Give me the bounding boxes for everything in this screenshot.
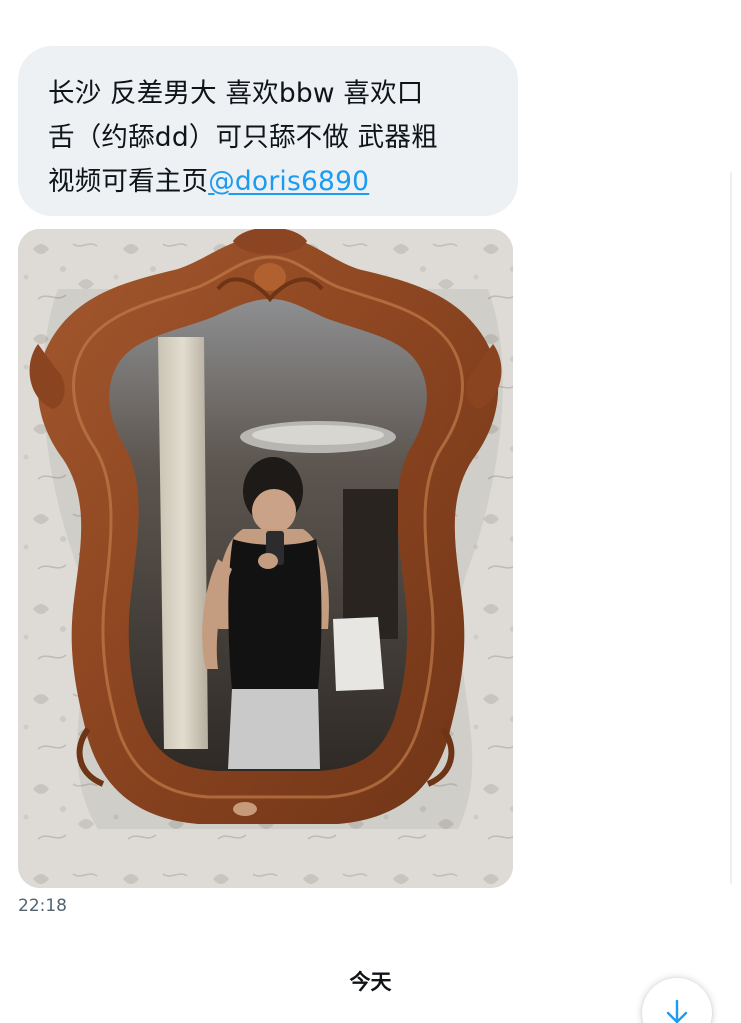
message-timestamp: 22:18 xyxy=(18,896,67,916)
message-image[interactable] xyxy=(18,229,513,888)
scroll-track[interactable] xyxy=(730,172,732,884)
mention-link[interactable]: @doris6890 xyxy=(208,166,369,197)
message-bubble[interactable]: 长沙 反差男大 喜欢bbw 喜欢口 舌（约舔dd）可只舔不做 武器粗 视频可看主… xyxy=(18,46,518,216)
arrow-down-icon xyxy=(666,999,688,1023)
message-text-line: 视频可看主页@doris6890 xyxy=(48,160,498,204)
dm-conversation-screen: 长沙 反差男大 喜欢bbw 喜欢口 舌（约舔dd）可只舔不做 武器粗 视频可看主… xyxy=(0,0,741,1023)
mirror-selfie-photo xyxy=(18,229,513,888)
message-text-line: 长沙 反差男大 喜欢bbw 喜欢口 xyxy=(48,78,424,109)
message-text-segment: 视频可看主页 xyxy=(48,166,209,197)
message-text-line: 舌（约舔dd）可只舔不做 武器粗 xyxy=(48,122,438,153)
day-divider: 今天 xyxy=(349,970,392,994)
